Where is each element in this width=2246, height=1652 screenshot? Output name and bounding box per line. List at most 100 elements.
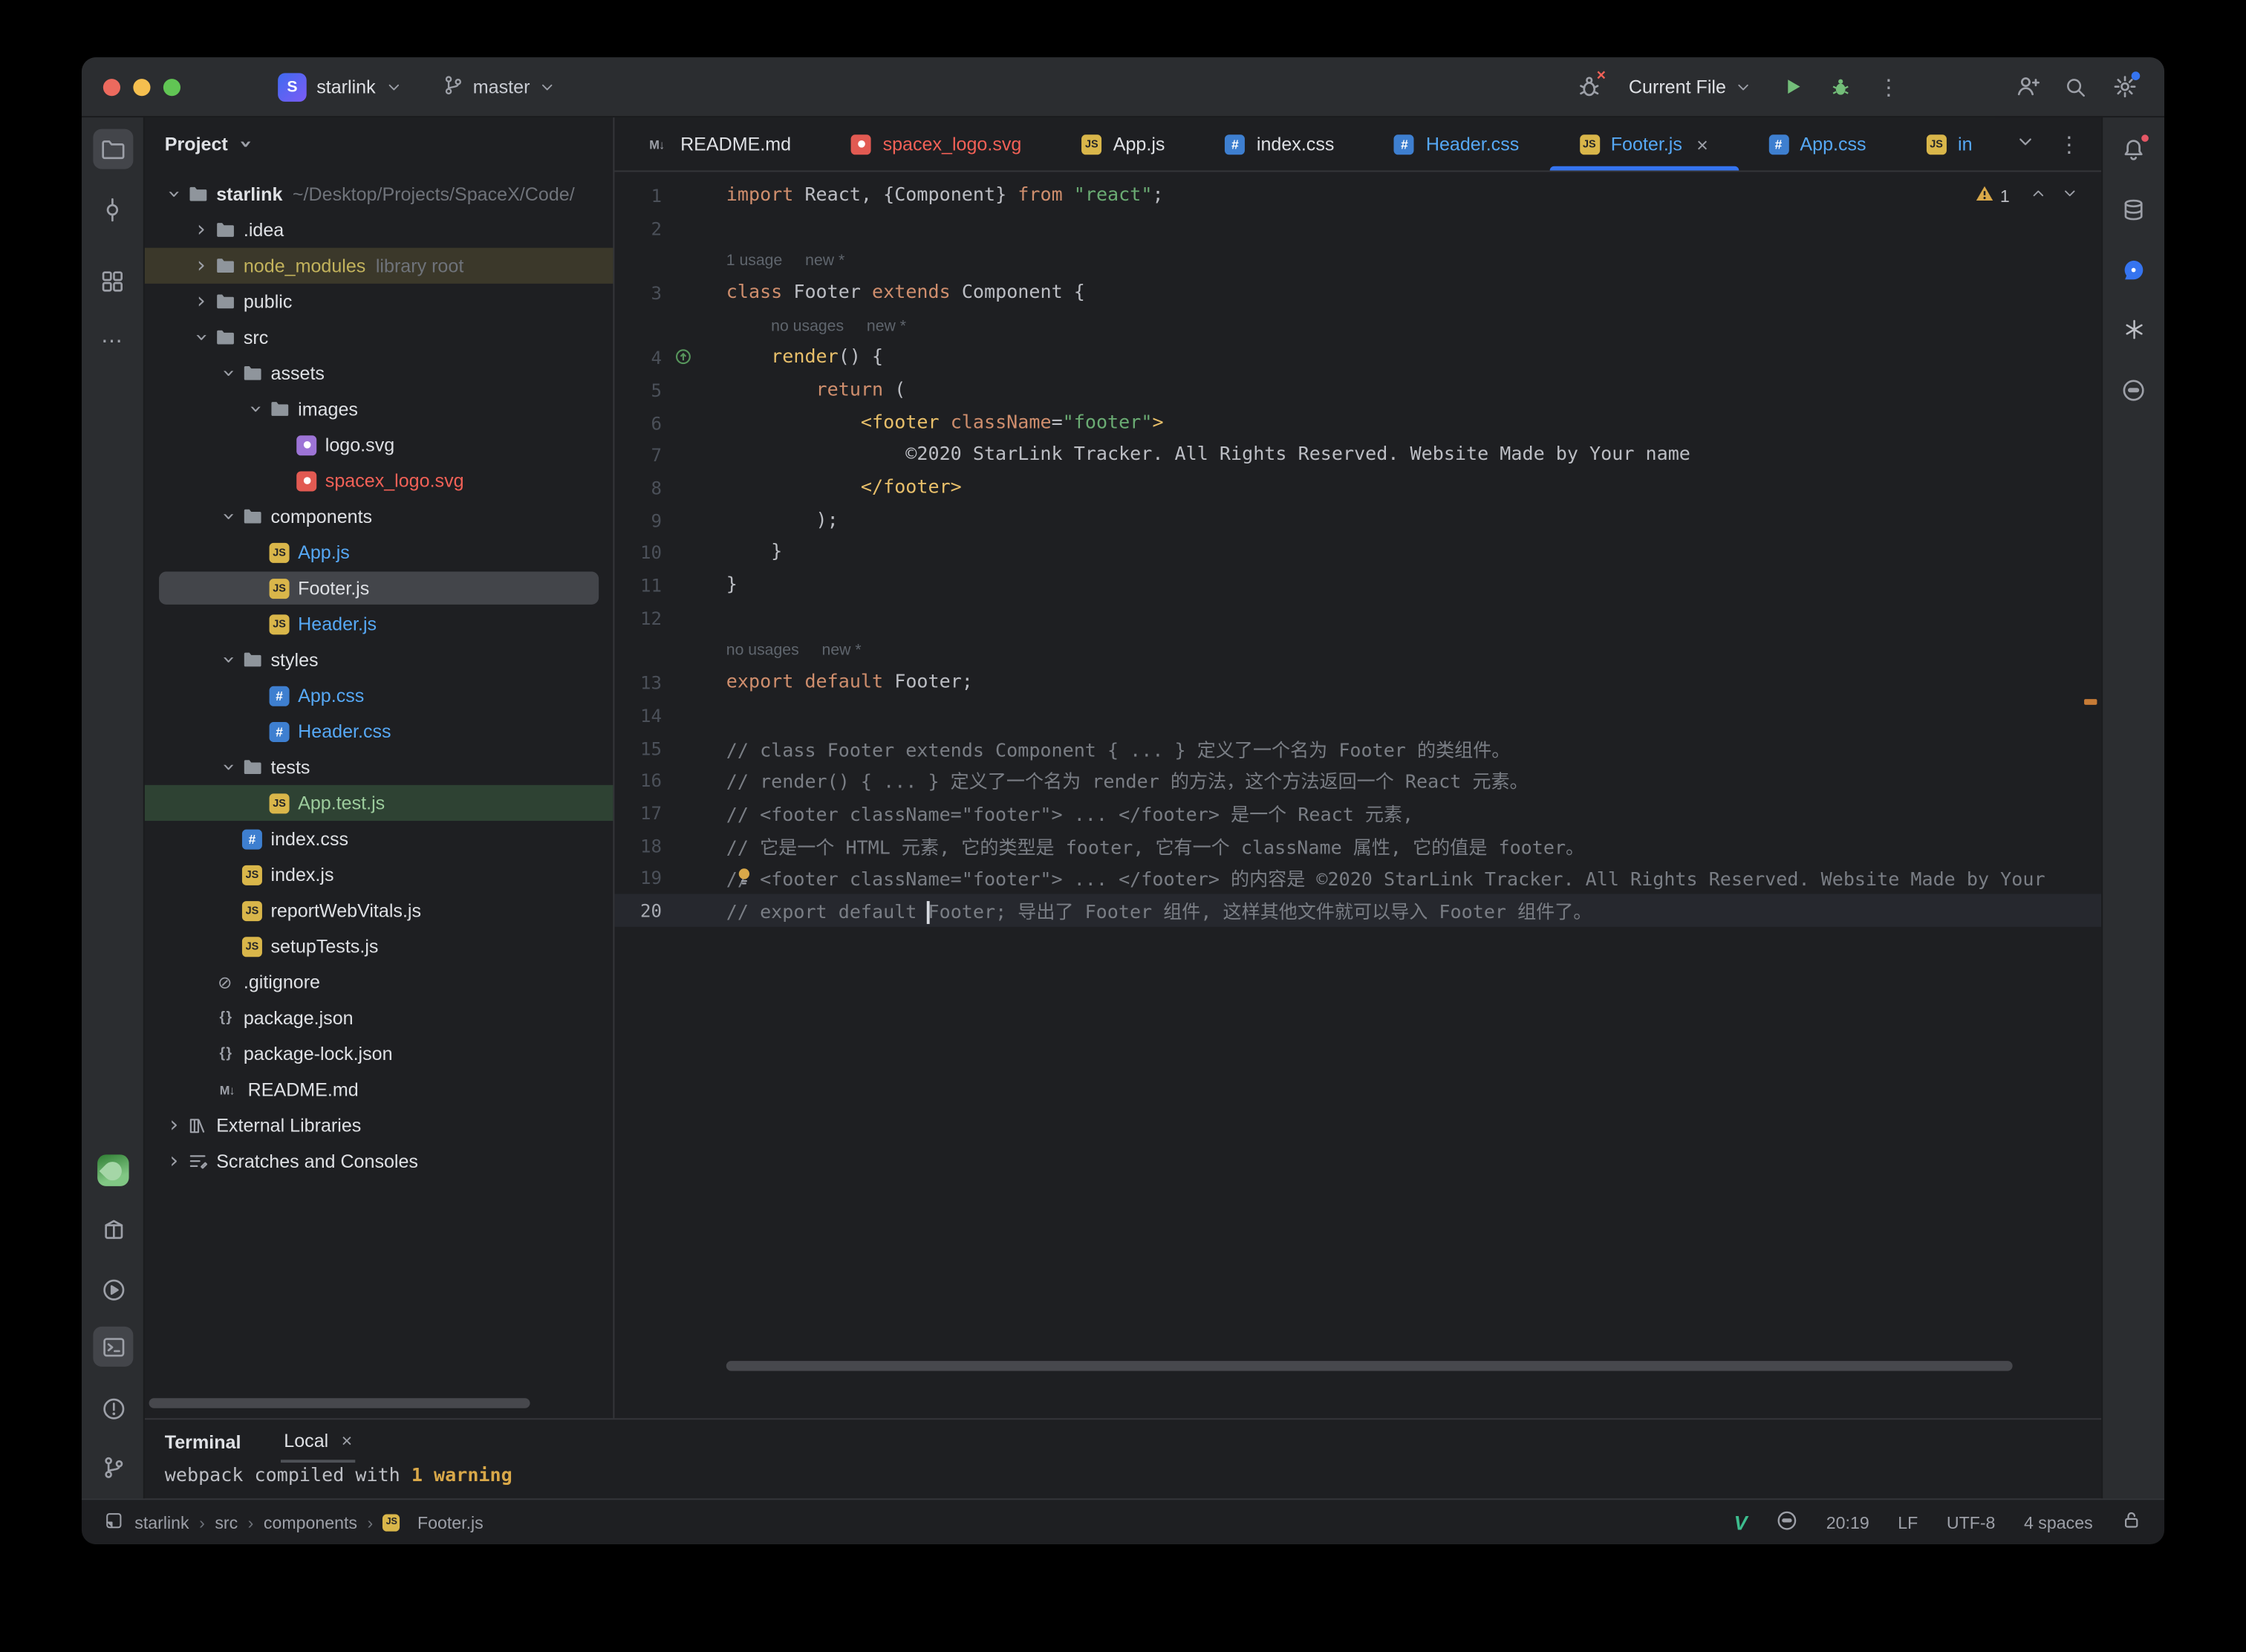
next-problem-icon[interactable] (2061, 185, 2078, 206)
line-number[interactable]: 19 (614, 867, 726, 888)
run-configuration-selector[interactable]: Current File (1618, 70, 1764, 103)
search-everywhere-icon[interactable] (2055, 67, 2095, 107)
tree-item-spacex-logo-svg[interactable]: spacex_logo.svg (145, 463, 613, 498)
indent-widget[interactable]: 4 spaces (2024, 1512, 2093, 1532)
tree-item-reportwebvitals-js[interactable]: JS reportWebVitals.js (145, 892, 613, 928)
project-panel-header[interactable]: Project › (145, 117, 613, 170)
tree-item-external-libraries[interactable]: › External Libraries (145, 1108, 613, 1143)
project-widget[interactable]: S starlink (268, 68, 413, 105)
line-number[interactable]: 18 (614, 835, 726, 856)
window-minimize-button[interactable] (133, 78, 151, 96)
chevron-collapsed-icon[interactable]: › (192, 254, 210, 276)
tab-readme-md[interactable]: M↓ README.md (614, 117, 821, 170)
hidden-tabs-chevron-icon[interactable] (2015, 131, 2035, 156)
commit-tool-icon[interactable] (92, 189, 132, 230)
tab-options-icon[interactable]: ⋮ (2058, 131, 2081, 157)
branch-widget[interactable]: master (433, 70, 566, 104)
line-number[interactable]: 13 (614, 672, 726, 694)
tab-app-js[interactable]: JS App.js (1052, 117, 1195, 170)
encoding-widget[interactable]: UTF-8 (1947, 1512, 1996, 1532)
copilot-tool-icon[interactable] (2114, 370, 2154, 410)
chevron-collapsed-icon[interactable]: › (165, 1113, 183, 1136)
tree-item--idea[interactable]: › .idea (145, 212, 613, 247)
chevron-expanded-icon[interactable]: › (216, 651, 242, 669)
line-number[interactable]: 15 (614, 737, 726, 758)
tree-item-scratches-and-consoles[interactable]: › Scratches and Consoles (145, 1143, 613, 1179)
structure-tool-icon[interactable] (92, 261, 132, 301)
tree-item-header-css[interactable]: # Header.css (145, 713, 613, 749)
user-avatar[interactable] (93, 1151, 133, 1191)
tool-window-widget-icon[interactable] (105, 1511, 123, 1534)
tree-item-tests[interactable]: › tests (145, 749, 613, 785)
chevron-expanded-icon[interactable]: › (189, 328, 215, 347)
tree-item-public[interactable]: › public (145, 284, 613, 319)
code-vision-hint[interactable]: 1 usage new * (726, 253, 844, 270)
tree-item-logo-svg[interactable]: logo.svg (145, 427, 613, 463)
ai-chat-tool-icon[interactable] (2114, 250, 2154, 290)
breadcrumb-item[interactable]: starlink (134, 1512, 189, 1532)
version-control-tool-icon[interactable] (93, 1447, 133, 1487)
more-tools-icon[interactable]: ⋯ (92, 321, 132, 361)
settings-gear-icon[interactable] (2104, 67, 2144, 107)
tab-spacex-logo-svg[interactable]: spacex_logo.svg (821, 117, 1052, 170)
tree-item-package-json[interactable]: { } package.json (145, 1000, 613, 1035)
copilot-status-icon[interactable] (1776, 1509, 1797, 1535)
tab-header-css[interactable]: # Header.css (1364, 117, 1549, 170)
tab-app-css[interactable]: # App.css (1738, 117, 1896, 170)
line-number[interactable]: 9 (614, 510, 726, 531)
chevron-expanded-icon[interactable]: › (216, 758, 242, 776)
add-user-icon[interactable] (2007, 67, 2047, 107)
tab-in[interactable]: JS in (1896, 117, 2002, 170)
notifications-bell-icon[interactable] (2114, 129, 2154, 169)
v-widget-icon[interactable]: V (1734, 1511, 1748, 1534)
tree-item-package-lock-json[interactable]: { } package-lock.json (145, 1035, 613, 1071)
scrollbar-warning-mark[interactable] (2084, 699, 2097, 705)
line-number[interactable]: 17 (614, 802, 726, 824)
tree-item-app-test-js[interactable]: JS App.test.js (144, 784, 613, 822)
line-number[interactable]: 1 (614, 184, 726, 206)
ai-assistant-tool-icon[interactable] (2114, 310, 2154, 350)
line-number[interactable]: 5 (614, 380, 726, 401)
line-number[interactable]: 20 (614, 900, 726, 921)
line-number[interactable]: 12 (614, 607, 726, 628)
previous-problem-icon[interactable] (2030, 185, 2047, 206)
more-actions-icon[interactable]: ⋮ (1869, 67, 1910, 107)
tab-close-icon[interactable]: × (1696, 134, 1708, 154)
chevron-expanded-icon[interactable]: › (216, 507, 242, 526)
tab-index-css[interactable]: # index.css (1195, 117, 1364, 170)
tree-item-readme-md[interactable]: M↓ README.md (145, 1072, 613, 1108)
line-number[interactable]: 4 (614, 347, 726, 368)
inspection-widget[interactable]: 1 (1976, 185, 2078, 206)
chevron-expanded-icon[interactable]: › (244, 400, 270, 418)
line-number[interactable]: 10 (614, 542, 726, 564)
line-number[interactable]: 14 (614, 705, 726, 726)
tree-item-node-modules[interactable]: › node_modules library root (144, 247, 613, 284)
overriding-method-gutter-icon[interactable] (674, 348, 691, 371)
debug-button[interactable] (1820, 67, 1861, 107)
tree-item-styles[interactable]: › styles (145, 642, 613, 677)
line-number[interactable]: 7 (614, 445, 726, 466)
tree-item-images[interactable]: › images (145, 391, 613, 426)
tree-horizontal-scrollbar[interactable] (149, 1398, 530, 1408)
code-editor[interactable]: 1 import React, {Component} from "react";… (614, 172, 2102, 1418)
chevron-expanded-icon[interactable]: › (216, 364, 242, 383)
tree-item--gitignore[interactable]: ⊘ .gitignore (145, 964, 613, 1000)
caret-position-widget[interactable]: 20:19 (1826, 1512, 1869, 1532)
tree-item-app-css[interactable]: # App.css (145, 677, 613, 713)
window-zoom-button[interactable] (163, 78, 180, 96)
tree-item-index-css[interactable]: # index.css (145, 821, 613, 856)
terminal-output[interactable]: webpack compiled with 1 warning (145, 1463, 2101, 1487)
tree-item-components[interactable]: › components (145, 498, 613, 534)
tree-item-starlink[interactable]: › starlink ~/Desktop/Projects/SpaceX/Code/ (145, 176, 613, 212)
tab-footer-js[interactable]: JS Footer.js × (1549, 117, 1739, 171)
terminal-tool-icon[interactable] (93, 1326, 134, 1367)
breadcrumb-item[interactable]: Footer.js (417, 1512, 484, 1532)
line-number[interactable]: 16 (614, 770, 726, 791)
tree-item-src[interactable]: › src (145, 319, 613, 355)
mute-breakpoints-icon[interactable]: × (1569, 67, 1609, 107)
code-vision-hint[interactable]: no usages new * (771, 317, 906, 334)
line-number[interactable]: 8 (614, 477, 726, 498)
run-button[interactable] (1772, 67, 1812, 107)
intention-bulb-icon[interactable] (735, 868, 753, 894)
chevron-collapsed-icon[interactable]: › (165, 1150, 183, 1172)
